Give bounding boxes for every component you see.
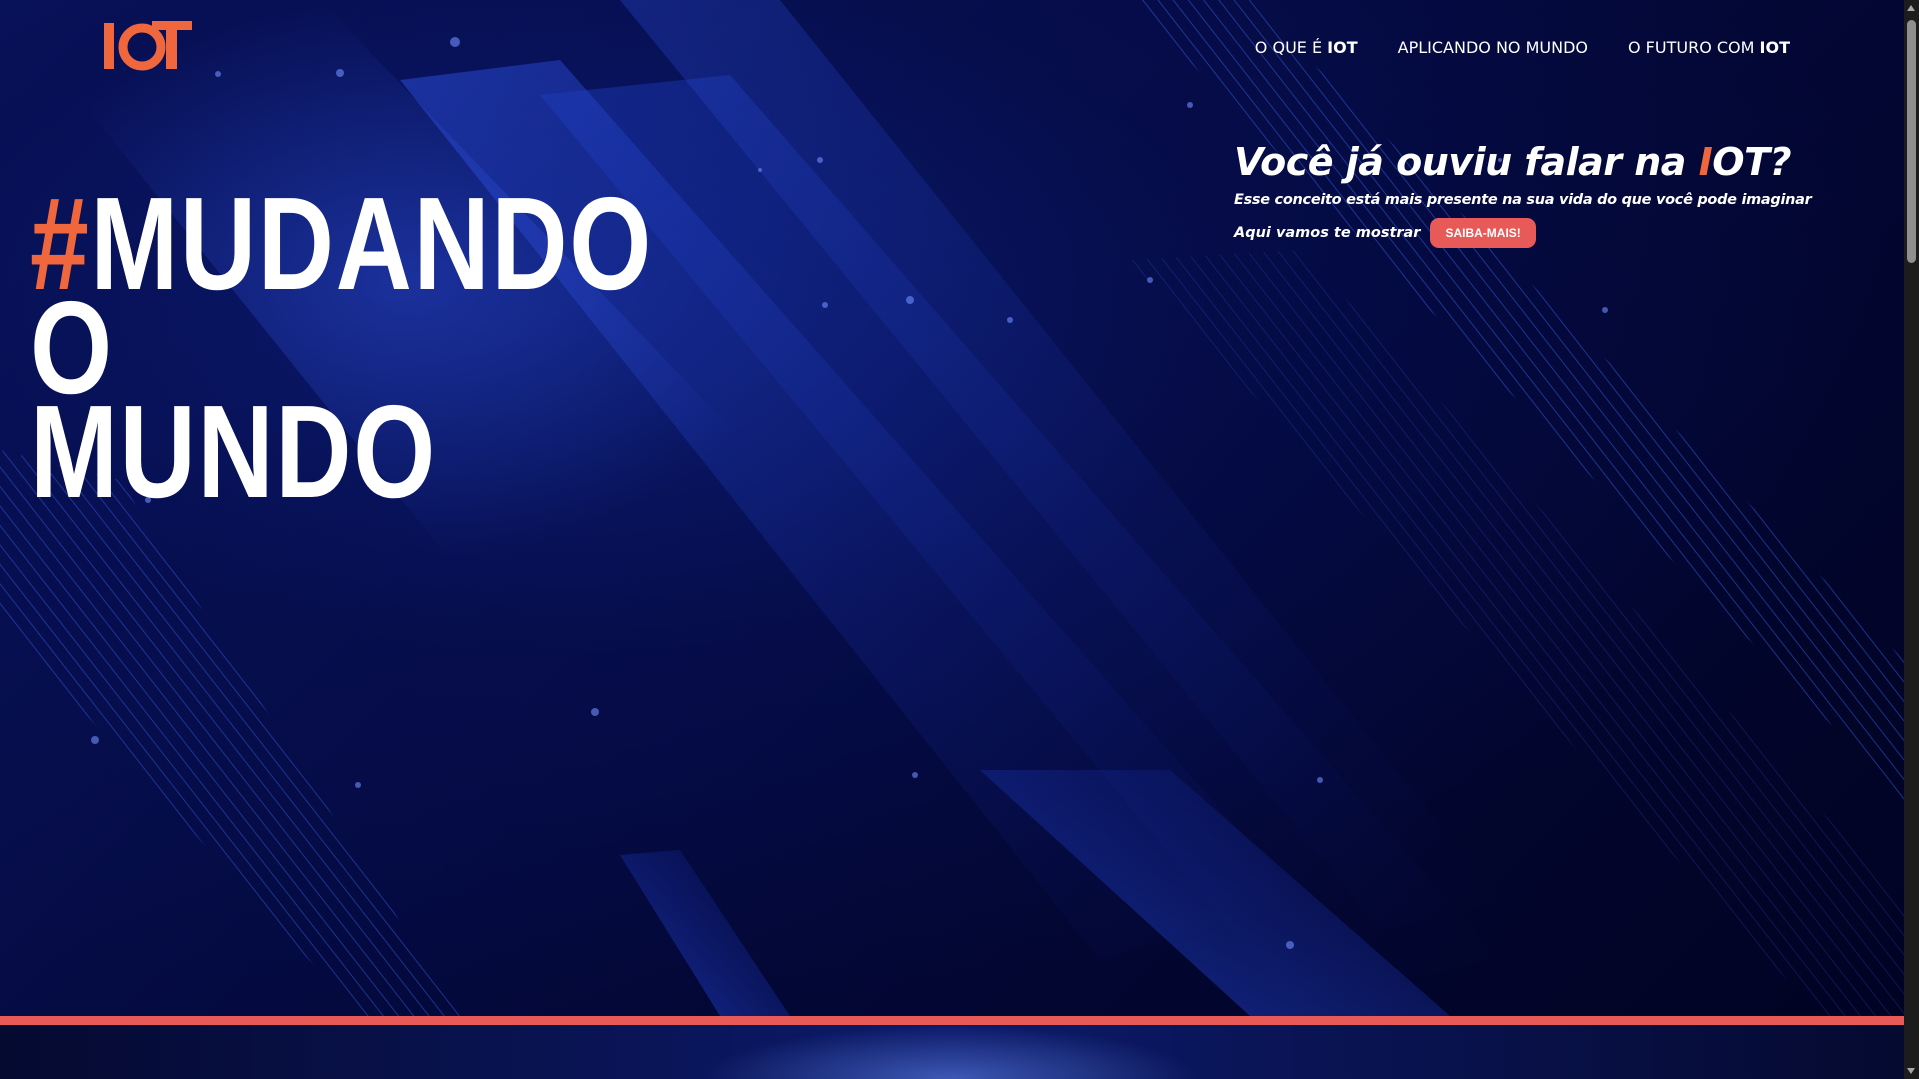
scroll-up-icon[interactable] xyxy=(1907,5,1915,11)
page-scrollbar[interactable] xyxy=(1904,0,1919,1079)
nav-item-o-futuro-com-iot[interactable]: O FUTURO COM IOT xyxy=(1628,38,1790,57)
iot-logo[interactable] xyxy=(102,20,194,72)
cta-row: Aqui vamos te mostrar SAIBA-MAIS! xyxy=(1234,218,1794,248)
intro-block: Você já ouviu falar na IOT? Esse conceit… xyxy=(1234,140,1812,248)
saiba-mais-button[interactable]: SAIBA-MAIS! xyxy=(1430,218,1536,248)
hero-headline: #MUDANDO O MUNDO xyxy=(30,170,653,526)
nav-item-aplicando-no-mundo[interactable]: APLICANDO NO MUNDO xyxy=(1398,38,1588,57)
main-nav: O QUE É IOT APLICANDO NO MUNDO O FUTURO … xyxy=(1255,38,1790,57)
scroll-thumb[interactable] xyxy=(1907,20,1916,263)
next-section-preview xyxy=(0,1025,1904,1079)
headline-line-1: #MUDANDO xyxy=(30,170,653,318)
section-glow xyxy=(700,1025,1200,1079)
intro-subtitle: Esse conceito está mais presente na sua … xyxy=(1234,192,1812,208)
hero-section: O QUE É IOT APLICANDO NO MUNDO O FUTURO … xyxy=(0,0,1904,1016)
cta-lead-text: Aqui vamos te mostrar xyxy=(1234,225,1421,241)
accent-divider xyxy=(0,1016,1904,1025)
headline-line-3: MUNDO xyxy=(30,378,437,526)
page: O QUE É IOT APLICANDO NO MUNDO O FUTURO … xyxy=(0,0,1919,1079)
intro-title: Você já ouviu falar na IOT? xyxy=(1234,140,1792,184)
nav-item-o-que-e-iot[interactable]: O QUE É IOT xyxy=(1255,38,1358,57)
scroll-down-icon[interactable] xyxy=(1907,1068,1915,1074)
